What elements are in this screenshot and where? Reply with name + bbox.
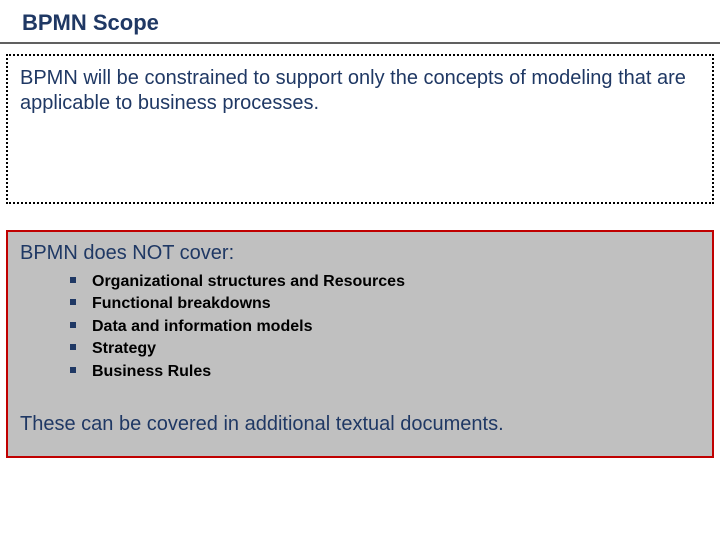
list-item: Strategy bbox=[70, 338, 700, 360]
list-item: Organizational structures and Resources bbox=[70, 271, 700, 293]
conclusion-text: These can be covered in additional textu… bbox=[20, 413, 700, 436]
title-divider bbox=[0, 42, 720, 44]
list-item: Functional breakdowns bbox=[70, 293, 700, 315]
list-item: Data and information models bbox=[70, 316, 700, 338]
slide-title: BPMN Scope bbox=[0, 10, 720, 40]
not-cover-heading: BPMN does NOT cover: bbox=[20, 242, 700, 265]
not-cover-list: Organizational structures and Resources … bbox=[20, 271, 700, 383]
definition-box: BPMN will be constrained to support only… bbox=[6, 54, 714, 204]
list-item: Business Rules bbox=[70, 361, 700, 383]
not-cover-box: BPMN does NOT cover: Organizational stru… bbox=[6, 230, 714, 458]
definition-text: BPMN will be constrained to support only… bbox=[20, 66, 700, 116]
slide: BPMN Scope BPMN will be constrained to s… bbox=[0, 0, 720, 540]
